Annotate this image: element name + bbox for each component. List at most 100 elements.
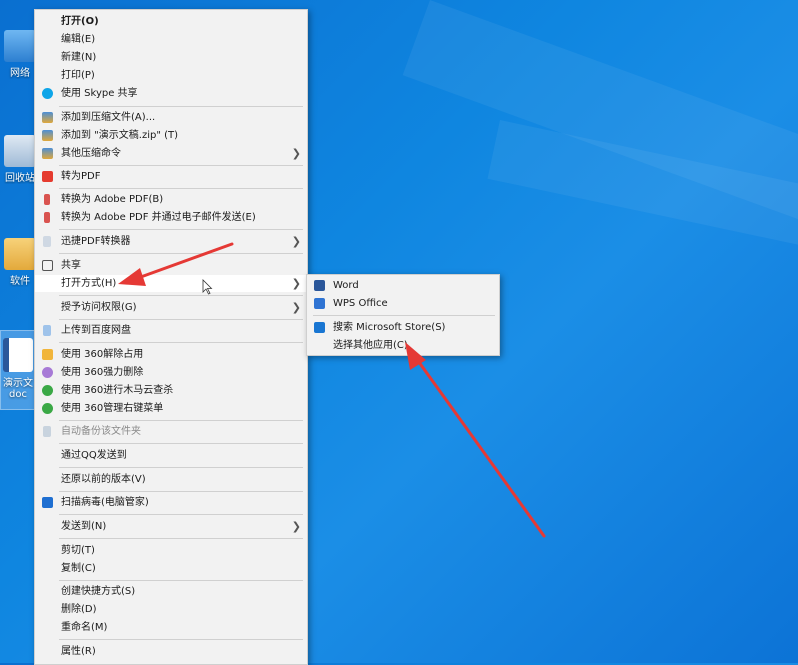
menu-item-restore-versions[interactable]: 还原以前的版本(V) — [35, 471, 307, 488]
360-scan-icon — [42, 385, 53, 396]
menu-item-label: 通过QQ发送到 — [61, 450, 127, 461]
menu-item-label: 添加到压缩文件(A)... — [61, 112, 156, 123]
archive-icon — [42, 148, 53, 159]
menu-item-label: 使用 Skype 共享 — [61, 88, 138, 99]
shield-icon — [42, 497, 53, 508]
mouse-cursor-icon — [202, 279, 213, 295]
menu-item-label: 创建快捷方式(S) — [61, 586, 136, 597]
open-with-submenu: Word WPS Office 搜索 Microsoft Store(S) 选择… — [306, 274, 500, 356]
menu-item-360-scan[interactable]: 使用 360进行木马云查杀 — [35, 382, 307, 399]
360-delete-icon — [42, 367, 53, 378]
skype-icon — [42, 88, 53, 99]
chevron-right-icon: ❯ — [291, 147, 301, 160]
menu-separator — [59, 538, 303, 539]
menu-item-label: 剪切(T) — [61, 545, 95, 556]
menu-item-label: 打开方式(H) — [61, 278, 117, 289]
menu-item-label: 发送到(N) — [61, 521, 107, 532]
menu-item-add-zip[interactable]: 添加到 "演示文稿.zip" (T) — [35, 127, 307, 144]
desktop-icon-demo-doc[interactable]: 演示文 doc — [0, 338, 36, 400]
menu-item-baidu-upload[interactable]: 上传到百度网盘 — [35, 322, 307, 339]
menu-item-send-to[interactable]: 发送到(N) ❯ — [35, 518, 307, 535]
archive-icon — [42, 130, 53, 141]
chevron-right-icon: ❯ — [291, 520, 301, 533]
menu-item-open[interactable]: 打开(O) — [35, 13, 307, 30]
menu-item-label: 删除(D) — [61, 604, 97, 615]
pdf-icon — [42, 171, 53, 182]
menu-item-properties[interactable]: 属性(R) — [35, 643, 307, 660]
word-document-icon — [3, 338, 33, 372]
menu-item-share[interactable]: 共享 — [35, 257, 307, 274]
menu-item-edit[interactable]: 编辑(E) — [35, 31, 307, 48]
recycle-bin-icon — [4, 135, 36, 167]
menu-item-copy[interactable]: 复制(C) — [35, 560, 307, 577]
menu-item-label: 新建(N) — [61, 52, 97, 63]
menu-item-label: 转换为 Adobe PDF(B) — [61, 194, 164, 205]
menu-item-adobe-pdf-email[interactable]: 转换为 Adobe PDF 并通过电子邮件发送(E) — [35, 209, 307, 226]
menu-item-label: 属性(R) — [61, 646, 96, 657]
menu-item-print[interactable]: 打印(P) — [35, 67, 307, 84]
menu-item-label: 转为PDF — [61, 171, 101, 182]
menu-item-auto-backup: 自动备份该文件夹 — [35, 423, 307, 440]
menu-separator — [59, 467, 303, 468]
menu-item-create-shortcut[interactable]: 创建快捷方式(S) — [35, 583, 307, 600]
chevron-right-icon: ❯ — [291, 301, 301, 314]
menu-separator — [59, 229, 303, 230]
menu-item-skype-share[interactable]: 使用 Skype 共享 — [35, 85, 307, 102]
open-with-wps[interactable]: WPS Office — [307, 295, 499, 312]
menu-item-label: 使用 360管理右键菜单 — [61, 403, 164, 414]
menu-item-qq-send[interactable]: 通过QQ发送到 — [35, 447, 307, 464]
menu-separator — [59, 188, 303, 189]
menu-item-grant-access[interactable]: 授予访问权限(G) ❯ — [35, 299, 307, 316]
360-unlock-icon — [42, 349, 53, 360]
folder-icon — [4, 238, 36, 270]
menu-item-new[interactable]: 新建(N) — [35, 49, 307, 66]
menu-separator — [59, 165, 303, 166]
menu-item-label: 授予访问权限(G) — [61, 302, 137, 313]
store-icon — [314, 322, 325, 333]
open-with-word[interactable]: Word — [307, 277, 499, 294]
menu-item-360-unlock[interactable]: 使用 360解除占用 — [35, 346, 307, 363]
chevron-right-icon: ❯ — [291, 277, 301, 290]
menu-item-label: 共享 — [61, 260, 81, 271]
menu-item-other-compress[interactable]: 其他压缩命令 ❯ — [35, 145, 307, 162]
menu-separator — [59, 253, 303, 254]
baidu-cloud-icon — [43, 325, 51, 336]
share-icon — [42, 260, 53, 271]
menu-separator — [59, 491, 303, 492]
menu-item-label: Word — [333, 280, 359, 291]
menu-separator — [59, 106, 303, 107]
menu-item-360-delete[interactable]: 使用 360强力删除 — [35, 364, 307, 381]
network-icon — [4, 30, 36, 62]
menu-separator — [59, 295, 303, 296]
menu-item-label: 复制(C) — [61, 563, 96, 574]
menu-item-label: 使用 360强力删除 — [61, 367, 144, 378]
menu-item-add-archive[interactable]: 添加到压缩文件(A)... — [35, 109, 307, 126]
menu-item-label: 还原以前的版本(V) — [61, 474, 146, 485]
menu-item-label: 转换为 Adobe PDF 并通过电子邮件发送(E) — [61, 212, 256, 223]
wps-icon — [314, 298, 325, 309]
desktop-icon-label: 演示文 — [3, 378, 33, 389]
menu-separator — [59, 443, 303, 444]
menu-separator — [59, 639, 303, 640]
menu-item-to-pdf[interactable]: 转为PDF — [35, 168, 307, 185]
menu-item-rename[interactable]: 重命名(M) — [35, 619, 307, 636]
menu-item-label: 迅捷PDF转换器 — [61, 236, 131, 247]
menu-item-delete[interactable]: 删除(D) — [35, 601, 307, 618]
menu-item-label: 重命名(M) — [61, 622, 108, 633]
menu-item-360-manage[interactable]: 使用 360管理右键菜单 — [35, 400, 307, 417]
menu-separator — [59, 580, 303, 581]
menu-item-label: 扫描病毒(电脑管家) — [61, 497, 149, 508]
menu-item-cut[interactable]: 剪切(T) — [35, 542, 307, 559]
menu-item-adobe-pdf[interactable]: 转换为 Adobe PDF(B) — [35, 191, 307, 208]
menu-separator — [59, 514, 303, 515]
menu-item-label: 选择其他应用(C) — [333, 340, 408, 351]
open-with-choose-other-app[interactable]: 选择其他应用(C) — [307, 337, 499, 354]
menu-item-label: 使用 360解除占用 — [61, 349, 144, 360]
archive-icon — [42, 112, 53, 123]
menu-separator — [59, 420, 303, 421]
menu-item-label: 搜索 Microsoft Store(S) — [333, 322, 446, 333]
menu-item-open-with[interactable]: 打开方式(H) ❯ — [35, 275, 307, 292]
menu-item-scan-virus[interactable]: 扫描病毒(电脑管家) — [35, 494, 307, 511]
open-with-search-store[interactable]: 搜索 Microsoft Store(S) — [307, 319, 499, 336]
menu-item-pdf-converter[interactable]: 迅捷PDF转换器 ❯ — [35, 233, 307, 250]
